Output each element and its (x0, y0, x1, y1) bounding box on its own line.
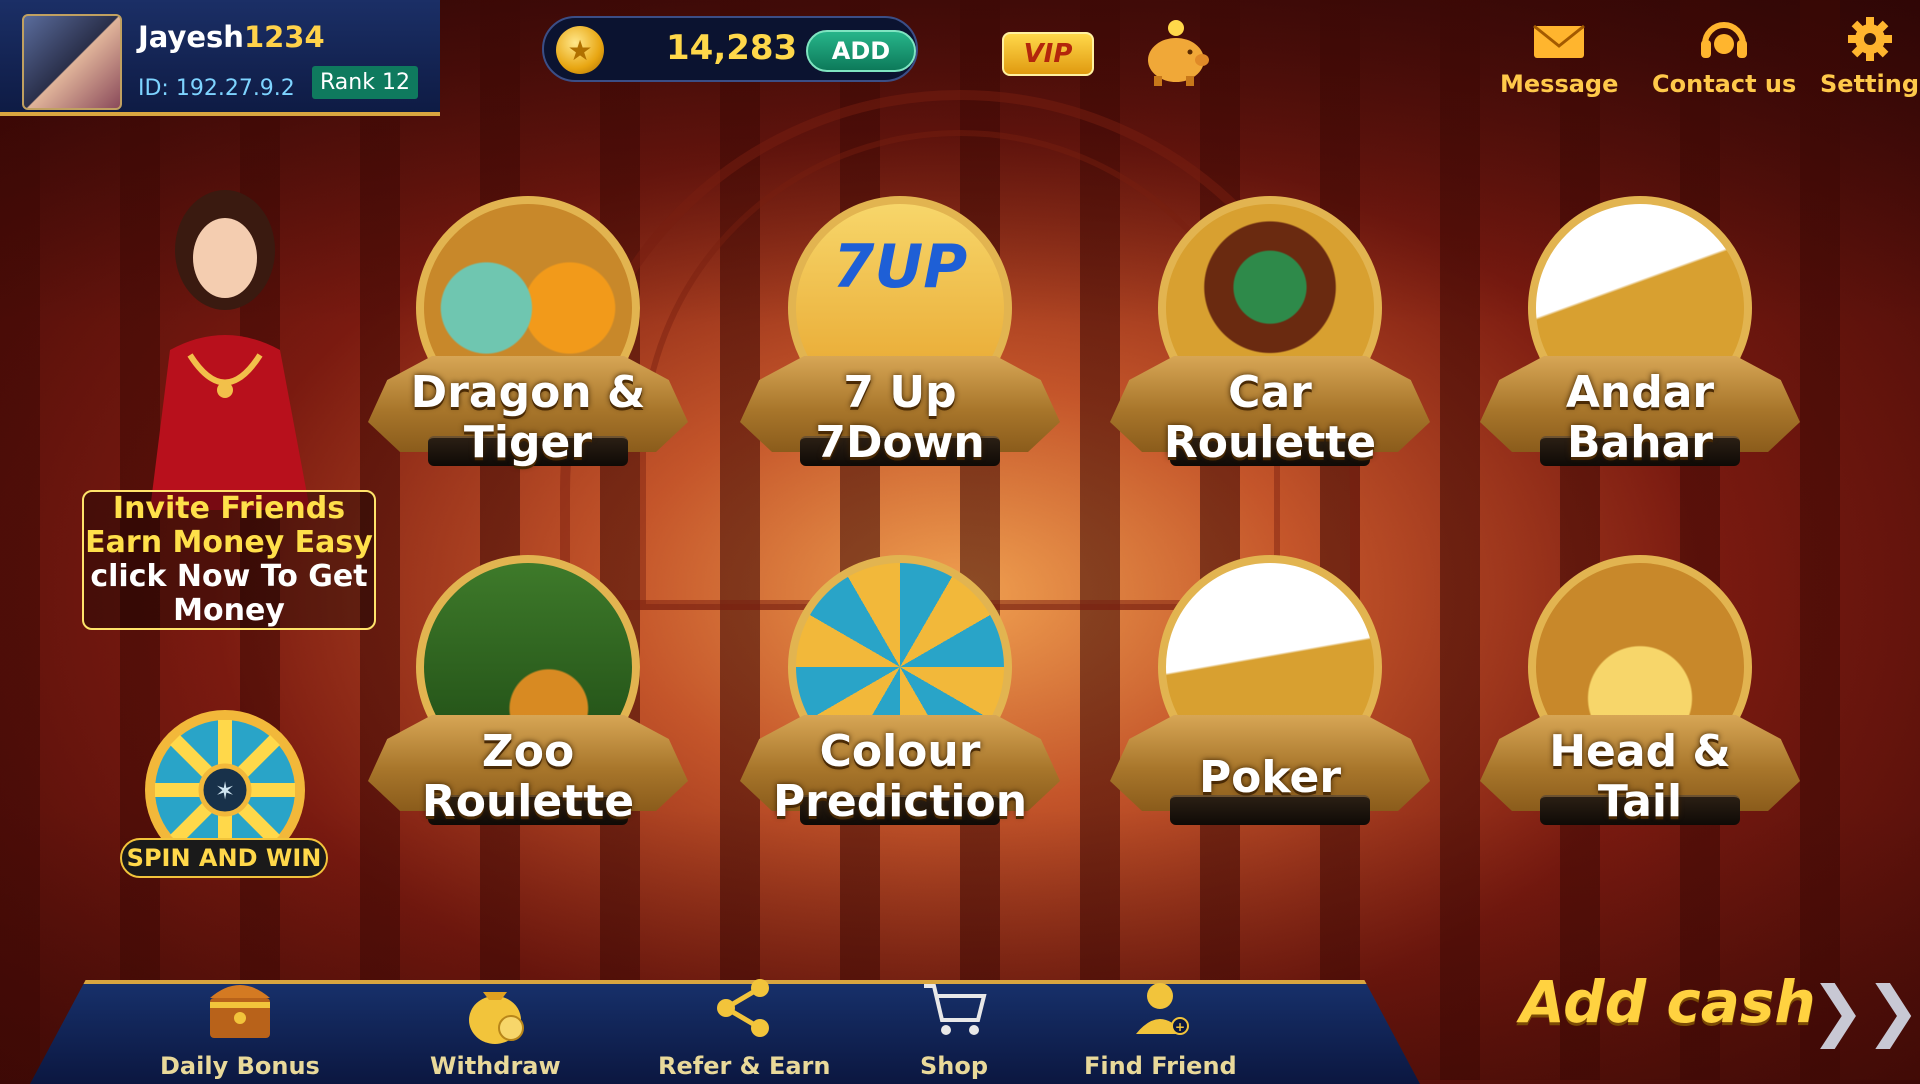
game-title: Head & Tail (1480, 727, 1800, 827)
add-user-icon: + (1136, 983, 1190, 1035)
withdraw-label: Withdraw (430, 1052, 561, 1080)
game-title: Colour Prediction (740, 727, 1060, 827)
game-title: Andar Bahar (1480, 368, 1800, 468)
double-chevron-right-icon[interactable]: ❯❯ (1810, 972, 1920, 1049)
setting-label: Setting (1820, 70, 1919, 98)
shop-label: Shop (919, 1052, 989, 1080)
game-title-line-2: Roulette (421, 776, 635, 827)
invite-line-4: Money (173, 593, 285, 628)
game-title-line-1: Andar (1565, 367, 1715, 418)
vip-button[interactable]: VIP (1002, 32, 1094, 76)
username: Jayesh1234 (138, 20, 325, 54)
game-title: Car Roulette (1110, 368, 1430, 468)
game-title-line-1: Dragon & (410, 367, 646, 418)
game-title-line-2: Roulette (1163, 417, 1377, 468)
game-tile-7up-7down[interactable]: 7UP 7 Up 7Down (730, 196, 1070, 526)
game-tile-zoo-roulette[interactable]: Zoo Roulette (358, 555, 698, 885)
game-tile-head-tail[interactable]: Head & Tail (1470, 555, 1810, 885)
refer-earn-label: Refer & Earn (658, 1052, 831, 1080)
username-text: Jayesh (138, 20, 244, 54)
svg-text:✶: ✶ (215, 777, 235, 805)
top-bar: Jayesh1234 ID: 192.27.9.2 Rank 12 ★ 14,2… (0, 0, 1920, 118)
game-title-line-2: Prediction (772, 776, 1028, 827)
game-tile-colour-prediction[interactable]: Colour Prediction (730, 555, 1070, 885)
username-number: 1234 (243, 20, 325, 54)
contact-us-button[interactable]: Contact us (1652, 14, 1796, 98)
invite-promo-character[interactable] (110, 180, 340, 510)
avatar[interactable] (22, 14, 122, 110)
game-title-line-2: Tiger (463, 417, 593, 468)
spin-and-win-button[interactable]: SPIN AND WIN (120, 838, 328, 878)
rank-badge: Rank 12 (312, 66, 418, 99)
daily-bonus-label: Daily Bonus (160, 1052, 320, 1080)
invite-line-1: Invite Friends (112, 491, 346, 526)
daily-bonus-button[interactable]: Daily Bonus (160, 968, 320, 1080)
game-title-line-2: Bahar (1567, 417, 1713, 468)
setting-button[interactable]: Setting (1820, 14, 1919, 98)
message-label: Message (1500, 70, 1619, 98)
money-bag-icon (469, 992, 525, 1044)
user-id: ID: 192.27.9.2 (138, 76, 295, 101)
message-button[interactable]: Message (1500, 14, 1618, 98)
find-friend-button[interactable]: + Find Friend (1084, 968, 1237, 1080)
find-friend-label: Find Friend (1084, 1052, 1237, 1080)
headset-icon (1701, 22, 1748, 58)
svg-text:+: + (1175, 1020, 1185, 1034)
game-title-line-2: Tail (1597, 776, 1683, 827)
cart-icon (924, 984, 987, 1035)
game-title-line-1: Poker (1198, 752, 1342, 803)
gear-icon (1847, 17, 1892, 61)
game-title-line-1: Car (1228, 367, 1312, 418)
shop-button[interactable]: Shop (904, 968, 1004, 1080)
game-title: Dragon & Tiger (368, 368, 688, 468)
game-tile-car-roulette[interactable]: Car Roulette (1100, 196, 1440, 526)
invite-friends-banner[interactable]: Invite Friends Earn Money Easy click Now… (82, 490, 376, 630)
treasure-chest-icon (209, 985, 270, 1038)
share-icon (717, 979, 770, 1037)
game-title-line-2: 7Down (815, 417, 985, 468)
game-title: Zoo Roulette (368, 727, 688, 827)
contact-us-label: Contact us (1652, 70, 1797, 98)
piggy-bank-icon[interactable] (1140, 18, 1212, 88)
game-title-line-1: Zoo (481, 726, 575, 777)
envelope-icon (1533, 24, 1586, 58)
game-tile-dragon-tiger[interactable]: Dragon & Tiger (358, 196, 698, 526)
add-cash-button[interactable]: Add cash (1520, 968, 1816, 1036)
coin-icon: ★ (556, 26, 604, 74)
game-title-line-1: Head & (1549, 726, 1731, 777)
7up-art-text: 7UP (832, 232, 968, 302)
coin-amount: 14,283 (666, 28, 798, 68)
refer-earn-button[interactable]: Refer & Earn (658, 968, 830, 1080)
invite-line-3: click Now To Get (90, 559, 368, 594)
game-title: 7 Up 7Down (740, 368, 1060, 468)
game-title-line-1: Colour (819, 726, 981, 777)
add-coins-button[interactable]: ADD (806, 30, 916, 72)
game-tile-andar-bahar[interactable]: Andar Bahar (1470, 196, 1810, 526)
game-tile-poker[interactable]: Poker (1100, 555, 1440, 885)
game-title: Poker (1110, 753, 1430, 803)
game-title-line-1: 7 Up (843, 367, 957, 418)
invite-line-2: Earn Money Easy (85, 525, 373, 560)
withdraw-button[interactable]: Withdraw (430, 968, 561, 1080)
